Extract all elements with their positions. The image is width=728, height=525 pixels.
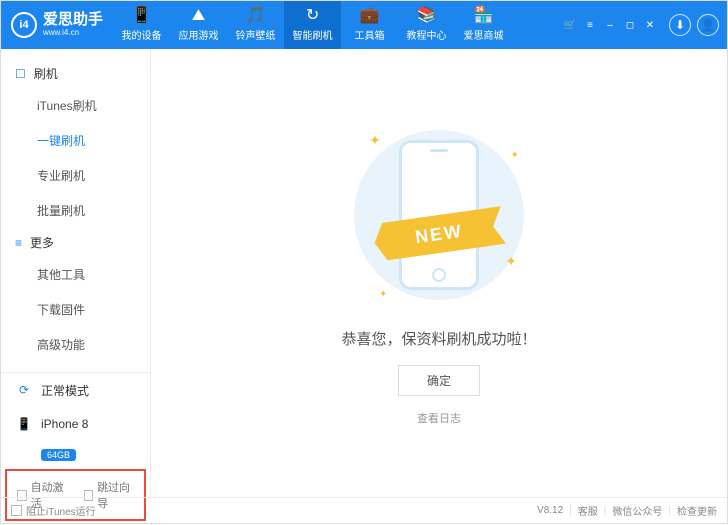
nav-icon: 💼 — [360, 8, 380, 24]
status-link-update[interactable]: 检查更新 — [677, 503, 717, 518]
titlebar: i4 爱思助手 www.i4.cn 📱 我的设备 ⛰ 应用游戏 🎵 铃声壁纸 ↻ 智能刷机 💼 工… — [1, 1, 727, 49]
device-storage-badge: 64GB — [41, 449, 76, 461]
maximize-button[interactable]: ◻ — [623, 18, 637, 32]
sidebar-item[interactable]: 下载固件 — [1, 292, 150, 327]
nav-item-4[interactable]: 💼 工具箱 — [341, 1, 398, 49]
menu-icon[interactable]: ≡ — [583, 18, 597, 32]
success-message: 恭喜您，保资料刷机成功啦！ — [341, 328, 536, 349]
nav-label: 应用游戏 — [179, 27, 219, 42]
version-label: V8.12 — [537, 505, 563, 516]
close-button[interactable]: ✕ — [643, 18, 657, 32]
nav-item-2[interactable]: 🎵 铃声壁纸 — [227, 1, 284, 49]
user-icon[interactable]: 👤 — [697, 14, 719, 36]
minimize-button[interactable]: – — [603, 18, 617, 32]
nav-item-1[interactable]: ⛰ 应用游戏 — [170, 1, 227, 49]
success-illustration: ✦✦✦✦ NEW — [339, 120, 539, 310]
nav-label: 教程中心 — [407, 27, 447, 42]
nav-icon: 📚 — [417, 8, 437, 24]
block-itunes-checkbox[interactable]: 阻止iTunes运行 — [11, 503, 96, 518]
app-title: 爱思助手 — [43, 12, 103, 29]
nav-icon: ⛰ — [192, 8, 205, 24]
nav-item-5[interactable]: 📚 教程中心 — [398, 1, 455, 49]
sidebar-item[interactable]: 批量刷机 — [1, 193, 150, 228]
nav-icon: 🏪 — [474, 8, 494, 24]
nav-label: 爱思商城 — [464, 27, 504, 42]
nav-label: 工具箱 — [355, 27, 385, 42]
device-mode-row[interactable]: ⟳ 正常模式 — [1, 373, 150, 407]
nav-icon: ↻ — [306, 8, 319, 24]
device-row[interactable]: 📱 iPhone 8 64GB — [1, 407, 150, 465]
sidebar-item[interactable]: 专业刷机 — [1, 158, 150, 193]
nav-icon: 🎵 — [246, 8, 266, 24]
view-log-link[interactable]: 查看日志 — [417, 410, 461, 426]
refresh-icon: ⟳ — [15, 381, 33, 399]
nav-item-6[interactable]: 🏪 爱思商城 — [455, 1, 512, 49]
sidebar-item[interactable]: 一键刷机 — [1, 123, 150, 158]
status-bar: 阻止iTunes运行 V8.12 | 客服 | 微信公众号 | 检查更新 — [1, 497, 727, 523]
logo-badge: i4 — [11, 12, 37, 38]
nav-item-3[interactable]: ↻ 智能刷机 — [284, 1, 341, 49]
group-icon: ☐ — [15, 67, 26, 81]
download-icon[interactable]: ⬇ — [669, 14, 691, 36]
app-subtitle: www.i4.cn — [43, 29, 103, 38]
sidebar-group-header: ≡更多 — [1, 228, 150, 257]
device-mode-label: 正常模式 — [41, 382, 89, 399]
nav-label: 铃声壁纸 — [236, 27, 276, 42]
nav-label: 智能刷机 — [293, 27, 333, 42]
main-panel: ✦✦✦✦ NEW 恭喜您，保资料刷机成功啦！ 确定 查看日志 — [151, 49, 727, 497]
nav-label: 我的设备 — [122, 27, 162, 42]
phone-icon: 📱 — [15, 415, 33, 433]
nav-item-0[interactable]: 📱 我的设备 — [113, 1, 170, 49]
window-controls: 🛒 ≡ – ◻ ✕ — [563, 18, 657, 32]
device-name: iPhone 8 — [41, 417, 88, 431]
nav-icon: 📱 — [132, 8, 152, 24]
status-link-wechat[interactable]: 微信公众号 — [612, 503, 662, 518]
sidebar-item[interactable]: 其他工具 — [1, 257, 150, 292]
sidebar-item[interactable]: iTunes刷机 — [1, 88, 150, 123]
ok-button[interactable]: 确定 — [398, 365, 480, 396]
top-nav: 📱 我的设备 ⛰ 应用游戏 🎵 铃声壁纸 ↻ 智能刷机 💼 工具箱 📚 教程中心 🏪 爱思商城 — [113, 1, 512, 49]
group-icon: ≡ — [15, 236, 22, 250]
cart-icon[interactable]: 🛒 — [563, 18, 577, 32]
sidebar-item[interactable]: 高级功能 — [1, 327, 150, 362]
sidebar: ☐刷机iTunes刷机一键刷机专业刷机批量刷机≡更多其他工具下载固件高级功能 ⟳… — [1, 49, 151, 497]
status-link-support[interactable]: 客服 — [578, 503, 598, 518]
app-logo: i4 爱思助手 www.i4.cn — [1, 12, 113, 38]
sidebar-group-header: ☐刷机 — [1, 59, 150, 88]
